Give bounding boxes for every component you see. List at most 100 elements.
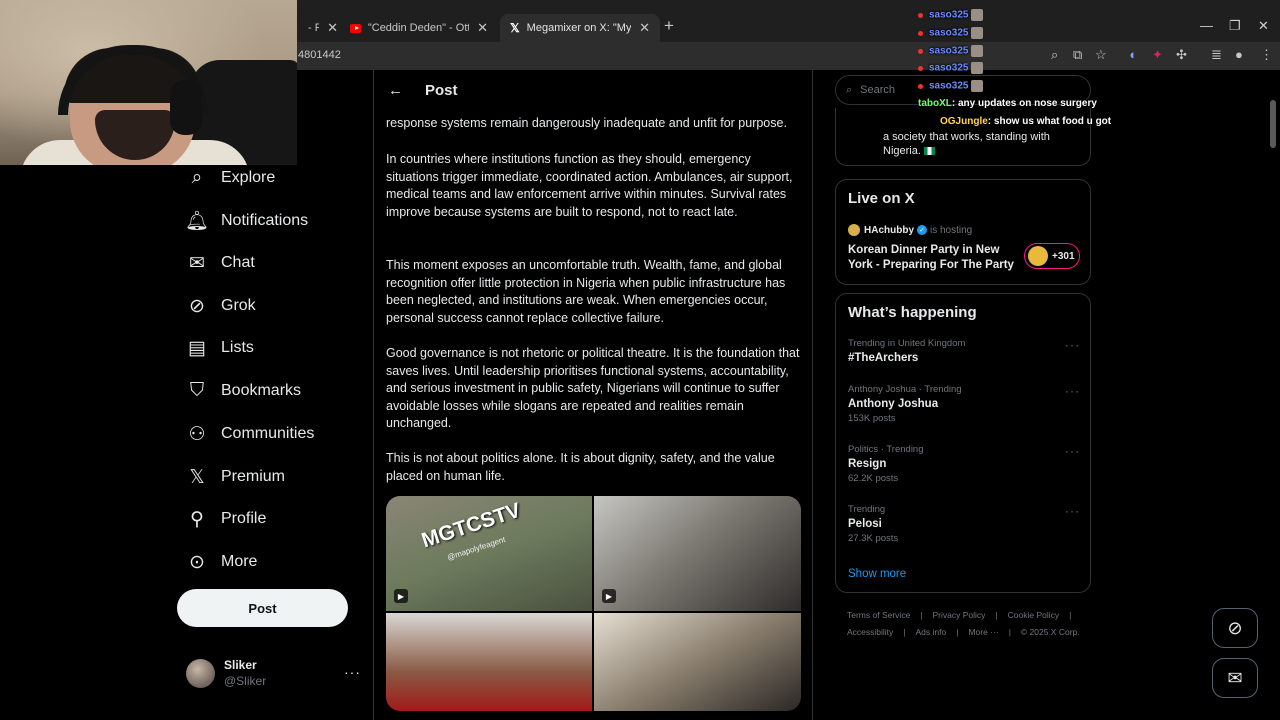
footer-link[interactable]: Accessibility	[847, 627, 893, 637]
trend-posts: 153K posts	[848, 413, 896, 424]
media-image[interactable]	[594, 613, 801, 711]
list-icon: ▤	[188, 337, 206, 359]
chat-user: OGJungle	[940, 116, 988, 127]
account-switcher[interactable]: Sliker @Sliker	[186, 658, 266, 688]
search-icon: ⌕	[846, 83, 853, 96]
chat-message: taboXL: any updates on nose surgery	[918, 98, 1097, 109]
nav-notifications[interactable]: 🔔︎ Notifications	[185, 206, 309, 236]
footer-link[interactable]: More ···	[968, 627, 998, 637]
close-icon[interactable]: ✕	[639, 20, 650, 36]
card-title: Live on X	[848, 190, 915, 207]
whats-happening-card: What’s happening Trending in United King…	[835, 293, 1091, 593]
star-icon[interactable]: ☆	[1095, 47, 1107, 63]
new-tab-button[interactable]: +	[664, 16, 674, 36]
profile-icon[interactable]: ●	[1235, 47, 1243, 62]
host-status: is hosting	[930, 224, 973, 236]
listeners-badge[interactable]: +301	[1024, 243, 1080, 269]
space-host[interactable]: HAchubby ✓ is hosting	[848, 224, 972, 236]
space-title[interactable]: Korean Dinner Party in New York - Prepar…	[848, 243, 1018, 273]
chat-user: saso325	[929, 27, 969, 39]
nav-label: Notifications	[221, 212, 309, 229]
back-arrow-icon[interactable]: ←	[388, 82, 403, 99]
account-handle: @Sliker	[224, 674, 267, 688]
restore-icon[interactable]: ❐	[1229, 18, 1241, 34]
mail-icon: ✉	[1227, 667, 1243, 688]
trend-item[interactable]: Trending in United Kingdom #TheArchers ·…	[848, 338, 1080, 364]
post-button[interactable]: Post	[177, 589, 348, 627]
avatar	[186, 658, 215, 688]
grok-icon: ⊘	[1227, 617, 1243, 638]
nav-explore[interactable]: ⌕ Explore	[186, 163, 276, 193]
grok-icon: ⊘	[189, 295, 205, 317]
close-icon[interactable]: ✕	[477, 20, 488, 36]
main-column: ← Post response systems remain dangerous…	[373, 70, 813, 720]
more-options-icon[interactable]: ···	[1065, 384, 1080, 398]
nav-label: Lists	[221, 339, 254, 356]
extension-icon[interactable]: ◖	[1128, 47, 1136, 62]
trend-item[interactable]: Politics · Trending Resign 62.2K posts ·…	[848, 444, 1080, 484]
post-paragraph: response systems remain dangerously inad…	[386, 116, 787, 130]
emote-icon	[971, 9, 984, 21]
trend-posts: 62.2K posts	[848, 473, 899, 484]
x-icon: 𝕏	[189, 466, 205, 488]
footer-links: Accessibility | Ads info | More ··· | © 2025 X…	[847, 627, 1090, 637]
chat-message: saso325	[918, 45, 984, 57]
post-paragraph: This moment exposes an uncomfortable tru…	[386, 258, 786, 325]
trend-name: Pelosi	[848, 518, 882, 530]
trend-item[interactable]: Trending Pelosi 27.3K posts ···	[848, 504, 1080, 544]
footer-link[interactable]: Ads info	[916, 627, 947, 637]
window-close-icon[interactable]: ✕	[1258, 18, 1269, 34]
media-video[interactable]: ▶	[594, 496, 801, 611]
scrollbar[interactable]	[1270, 100, 1276, 148]
headphone-earcup	[170, 80, 202, 135]
trend-posts: 27.3K posts	[848, 533, 899, 544]
nav-chat[interactable]: ✉ Chat	[186, 248, 255, 278]
play-icon: ▶	[394, 589, 408, 603]
media-video[interactable]: MGTCSTV @mapolyfeagent ▶	[386, 496, 592, 611]
emote-icon	[971, 45, 984, 57]
extension-icon[interactable]: ✦	[1152, 47, 1163, 63]
messages-floating-button[interactable]: ✉	[1212, 658, 1258, 698]
grok-floating-button[interactable]: ⊘	[1212, 608, 1258, 648]
browser-tab-3[interactable]: 𝕏 Megamixer on X: "My heartfel ✕	[500, 14, 660, 42]
nav-communities[interactable]: ⚇ Communities	[186, 419, 314, 449]
post-paragraph: In countries where institutions function…	[386, 152, 793, 219]
browser-tab-2[interactable]: "Ceddin Deden" - Ottoman/Tur ✕	[340, 14, 498, 42]
nav-bookmarks[interactable]: ⛉ Bookmarks	[186, 376, 301, 406]
account-name: Sliker	[224, 658, 257, 672]
related-card-text: a society that works, standing with Nige…	[883, 131, 1050, 157]
text-cursor-icon: Ⅰ	[495, 262, 498, 273]
search-placeholder: Search	[860, 84, 896, 96]
media-image[interactable]	[386, 613, 592, 711]
emote-icon	[971, 62, 984, 74]
nigeria-flag-icon	[923, 147, 935, 156]
nav-lists[interactable]: ▤ Lists	[186, 333, 254, 363]
mail-icon: ✉	[189, 252, 205, 274]
puzzle-icon[interactable]: ✣	[1176, 47, 1187, 63]
footer-link[interactable]: Terms of Service	[847, 610, 910, 620]
footer-link[interactable]: Cookie Policy	[1008, 610, 1060, 620]
url-text[interactable]: 4801442	[298, 49, 341, 61]
nav-premium[interactable]: 𝕏 Premium	[186, 462, 285, 492]
post-paragraph: This is not about politics alone. It is …	[386, 451, 775, 483]
nav-profile[interactable]: ⚲ Profile	[186, 504, 266, 534]
minimize-icon[interactable]: —	[1200, 18, 1213, 33]
footer-link[interactable]: Privacy Policy	[933, 610, 986, 620]
more-options-icon[interactable]: ···	[1065, 444, 1080, 458]
nav-grok[interactable]: ⊘ Grok	[186, 291, 256, 321]
chat-message: saso325	[918, 9, 984, 21]
more-options-icon[interactable]: ···	[1065, 504, 1080, 518]
people-icon: ⚇	[188, 423, 206, 445]
emote-icon	[971, 27, 984, 39]
menu-icon[interactable]: ⋮	[1260, 47, 1273, 63]
install-icon[interactable]: ⧉	[1073, 47, 1082, 63]
trend-item[interactable]: Anthony Joshua · Trending Anthony Joshua…	[848, 384, 1080, 424]
more-options-icon[interactable]: ···	[344, 664, 361, 680]
more-options-icon[interactable]: ···	[1065, 338, 1080, 352]
trend-name: #TheArchers	[848, 352, 919, 364]
show-more-link[interactable]: Show more	[848, 568, 906, 580]
zoom-icon[interactable]: ⌕	[1051, 47, 1058, 63]
media-icon[interactable]: ≣	[1211, 47, 1222, 63]
close-icon[interactable]: ✕	[327, 20, 338, 36]
nav-more[interactable]: ⊙ More	[186, 547, 257, 577]
